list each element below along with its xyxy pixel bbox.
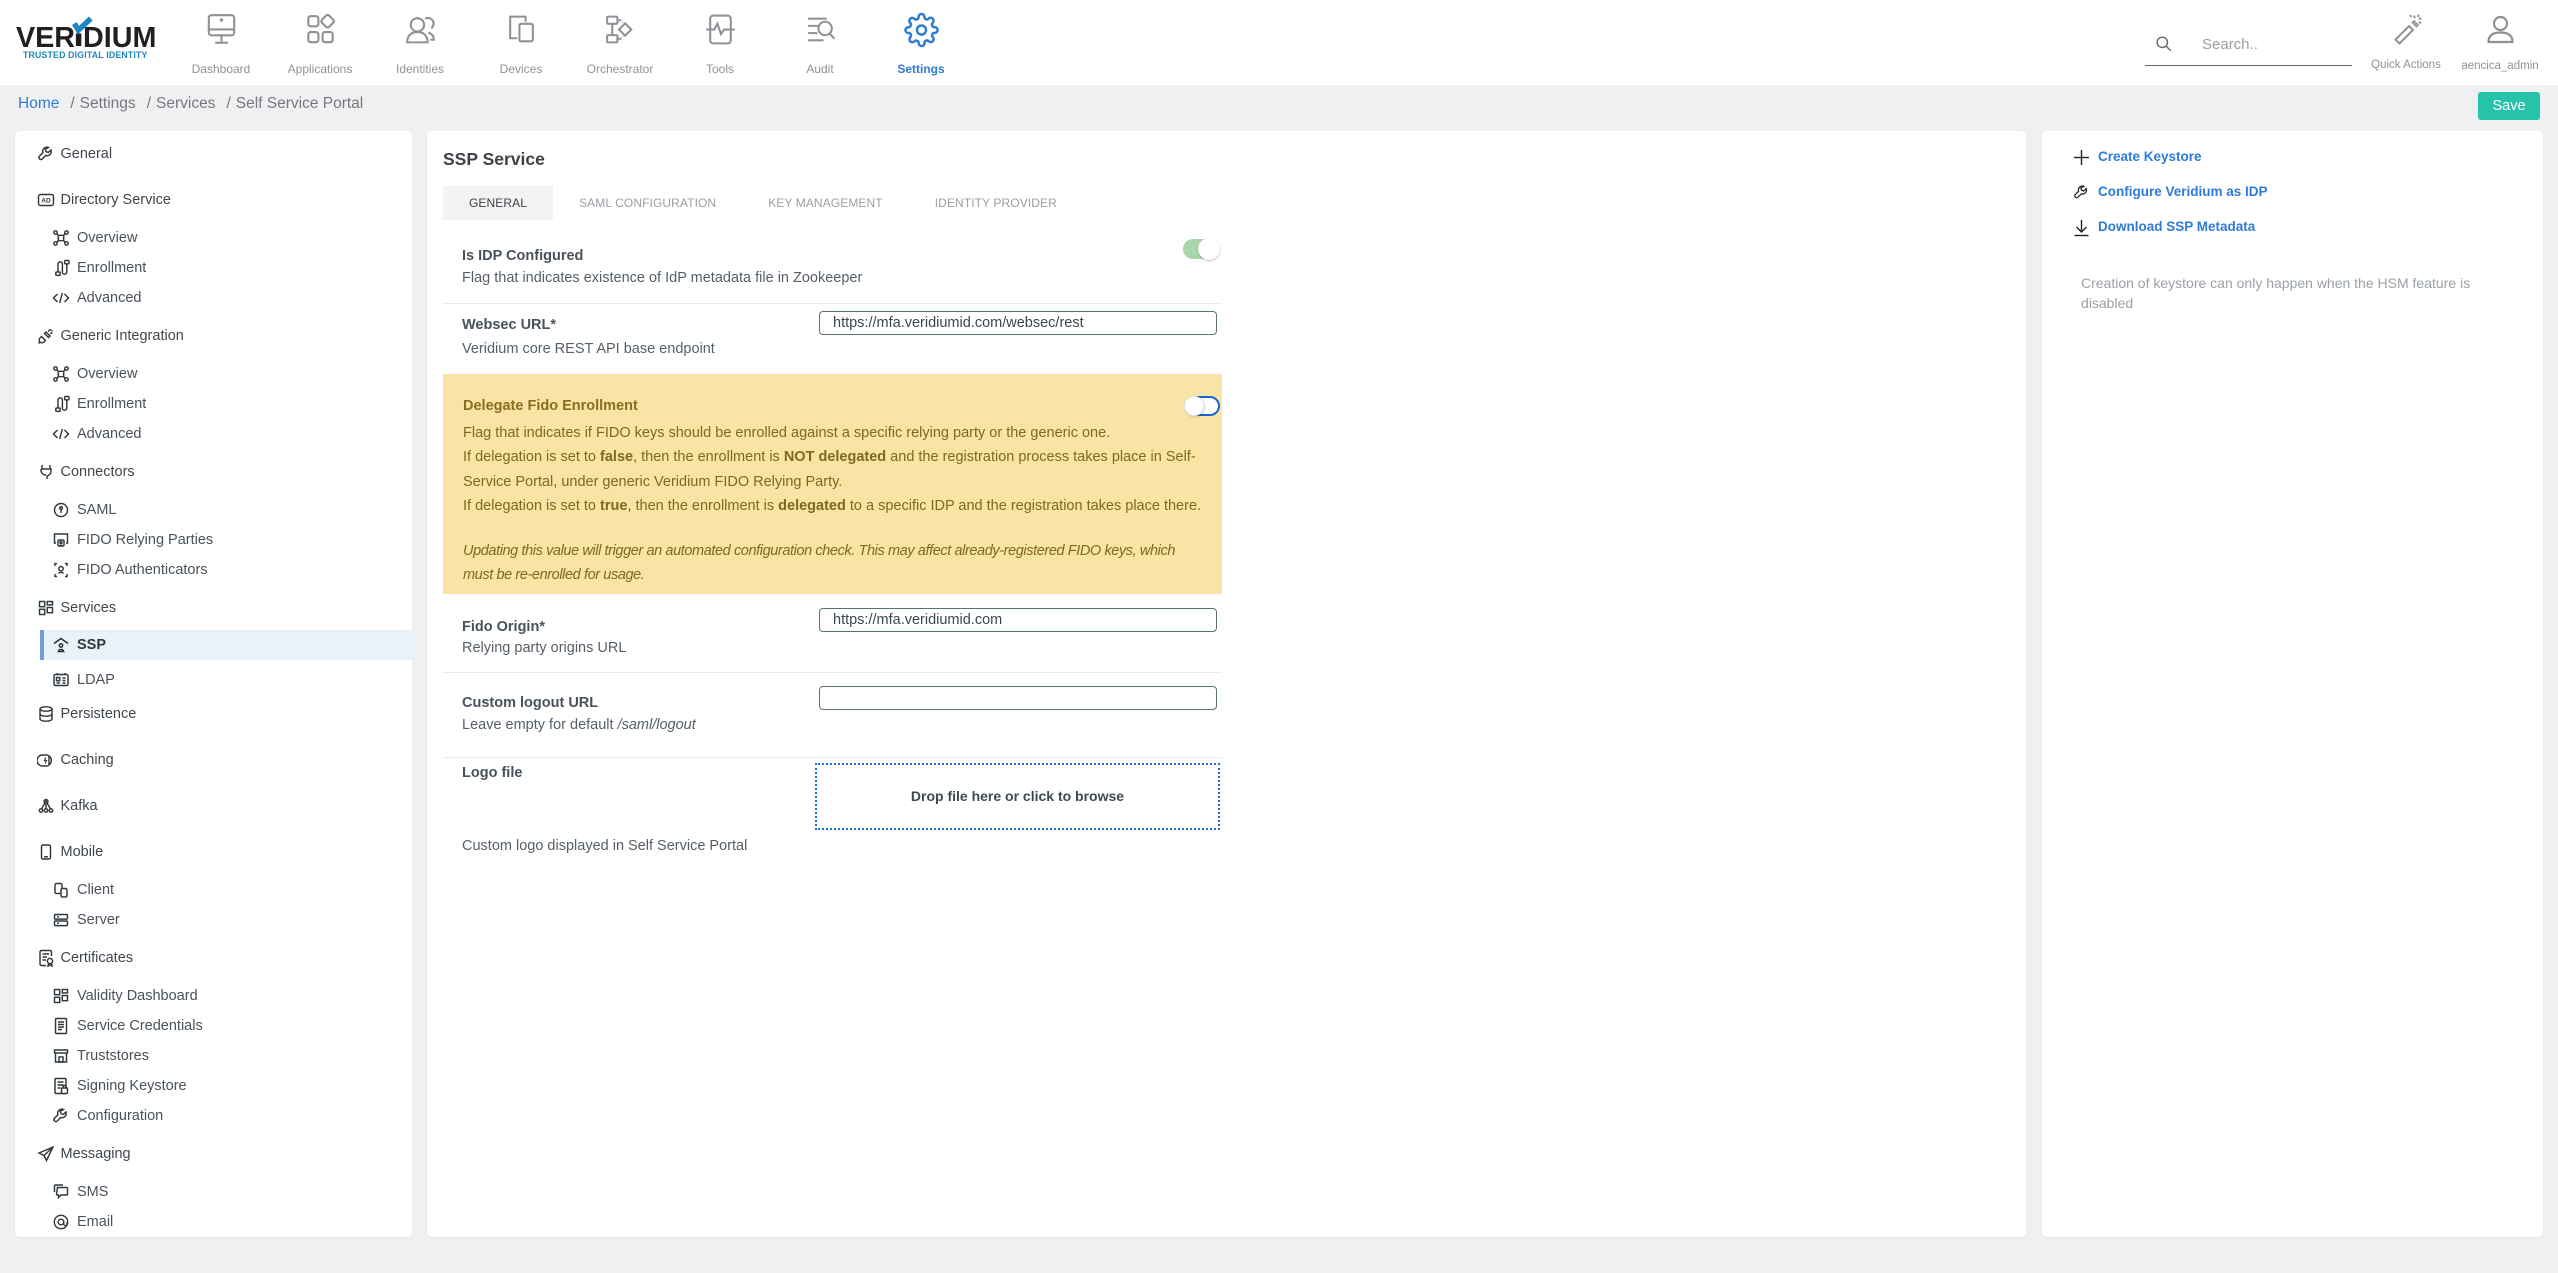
svg-text:AD: AD bbox=[41, 198, 51, 205]
